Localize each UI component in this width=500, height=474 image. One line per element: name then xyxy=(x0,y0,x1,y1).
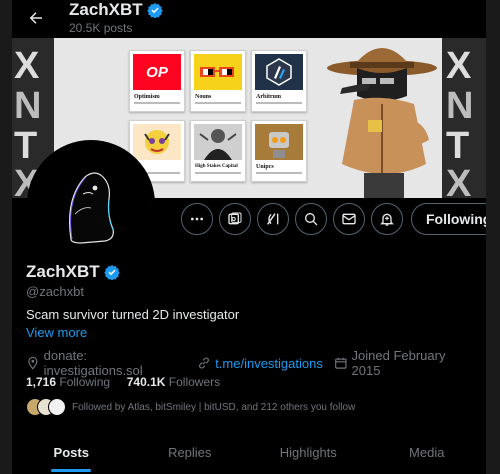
verified-badge-icon xyxy=(103,265,120,280)
banner-card-nouns: Nouns xyxy=(190,50,246,112)
followers-label: Followers xyxy=(168,375,221,389)
followers-count: 740.1K xyxy=(126,375,166,389)
active-tab-indicator xyxy=(51,469,92,472)
banner-card-optimism: OP Optimism xyxy=(129,50,185,112)
card-label: Unipcs xyxy=(256,164,274,170)
anime-character-icon xyxy=(133,124,181,160)
bell-icon xyxy=(380,213,394,226)
card-label: Optimism xyxy=(134,94,160,100)
follow-stats: 1,716 Following 740.1K Followers xyxy=(26,375,220,389)
tab-highlights[interactable]: Highlights xyxy=(249,436,368,474)
card-subtext xyxy=(195,172,241,174)
profile-name-text: ZachXBT xyxy=(26,262,100,281)
followed-by-text: Followed by Atlas, bitSmiley | bitUSD, a… xyxy=(72,401,356,413)
profile-tabs: Posts Replies Highlights Media xyxy=(12,436,486,474)
follower-avatar xyxy=(48,398,66,416)
location-item: donate: investigations.sol xyxy=(26,348,186,378)
profile-actions: Following xyxy=(181,203,486,235)
following-label: Following xyxy=(59,375,111,389)
following-button[interactable]: Following xyxy=(411,203,486,235)
grok-button[interactable] xyxy=(257,203,289,235)
following-stat[interactable]: 1,716 Following xyxy=(26,375,110,389)
card-subtext xyxy=(256,102,302,104)
joined-text: Joined February 2015 xyxy=(351,348,446,378)
page-frame: ZachXBT 20.5K posts X N T X X N T X OP O… xyxy=(0,0,500,474)
header-name-text: ZachXBT xyxy=(69,0,143,19)
card-label: High Stakes Capital xyxy=(195,164,238,169)
follower-avatars xyxy=(26,398,66,416)
tab-label: Media xyxy=(409,445,445,460)
more-button[interactable] xyxy=(181,203,213,235)
svg-text:X: X xyxy=(446,163,472,198)
profile-handle: @zachxbt xyxy=(26,284,84,299)
media-button[interactable] xyxy=(219,203,251,235)
back-arrow-icon xyxy=(29,12,42,24)
profile-bio: Scam survivor turned 2D investigator xyxy=(26,307,240,322)
arbitrum-logo-icon xyxy=(255,54,303,90)
location-pin-icon xyxy=(28,356,38,370)
search-button[interactable] xyxy=(295,203,327,235)
person-photo-icon xyxy=(194,124,242,160)
card-subtext xyxy=(256,172,302,174)
media-icon xyxy=(228,212,242,225)
optimism-logo-icon: OP xyxy=(133,54,181,90)
location-text: donate: investigations.sol xyxy=(43,348,143,378)
profile-column: ZachXBT 20.5K posts X N T X X N T X OP O… xyxy=(12,0,486,474)
profile-name: ZachXBT xyxy=(26,262,120,282)
joined-item: Joined February 2015 xyxy=(334,348,475,378)
following-count: 1,716 xyxy=(26,375,57,389)
detective-penguin-illustration xyxy=(327,48,437,198)
calendar-icon xyxy=(334,357,347,369)
svg-text:X: X xyxy=(446,45,472,87)
header-name: ZachXBT xyxy=(69,0,163,20)
website-item: t.me/investigations xyxy=(197,356,323,371)
nouns-glasses-icon xyxy=(194,54,242,90)
more-icon xyxy=(191,217,203,221)
grok-icon xyxy=(267,213,279,225)
verified-badge-icon xyxy=(146,3,163,18)
banner-letters-right: X N T X xyxy=(446,45,473,198)
card-subtext xyxy=(134,102,180,104)
banner-card-high-stakes: High Stakes Capital xyxy=(190,120,246,182)
penguin-avatar-icon xyxy=(31,144,151,264)
banner-card-unipcs: Unipcs xyxy=(251,120,307,182)
tab-replies[interactable]: Replies xyxy=(131,436,250,474)
mail-icon xyxy=(342,213,356,225)
followed-by[interactable]: Followed by Atlas, bitSmiley | bitUSD, a… xyxy=(26,398,355,416)
robot-icon xyxy=(255,124,303,160)
svg-text:X: X xyxy=(14,45,40,87)
svg-text:N: N xyxy=(446,85,473,127)
message-button[interactable] xyxy=(333,203,365,235)
notifications-button[interactable] xyxy=(371,203,403,235)
tab-label: Highlights xyxy=(279,445,337,460)
svg-text:N: N xyxy=(14,85,41,127)
followers-stat[interactable]: 740.1K Followers xyxy=(127,375,220,389)
search-icon xyxy=(305,213,318,226)
card-label: Arbitrum xyxy=(256,94,281,100)
profile-avatar[interactable] xyxy=(27,140,155,268)
tab-posts[interactable]: Posts xyxy=(12,436,131,474)
back-button[interactable] xyxy=(22,6,50,30)
svg-text:T: T xyxy=(14,125,37,167)
tab-label: Posts xyxy=(53,445,89,460)
header-posts-count: 20.5K posts xyxy=(69,21,133,35)
tab-media[interactable]: Media xyxy=(368,436,487,474)
card-subtext xyxy=(195,102,241,104)
tab-label: Replies xyxy=(168,445,212,460)
website-link[interactable]: t.me/investigations xyxy=(215,356,323,371)
card-label: Nouns xyxy=(195,94,212,100)
svg-text:T: T xyxy=(446,125,469,167)
banner-card-arbitrum: Arbitrum xyxy=(251,50,307,112)
view-more-link[interactable]: View more xyxy=(26,325,87,340)
profile-meta: donate: investigations.sol t.me/investig… xyxy=(26,348,486,378)
top-bar: ZachXBT 20.5K posts xyxy=(12,0,486,38)
link-icon xyxy=(199,357,210,369)
